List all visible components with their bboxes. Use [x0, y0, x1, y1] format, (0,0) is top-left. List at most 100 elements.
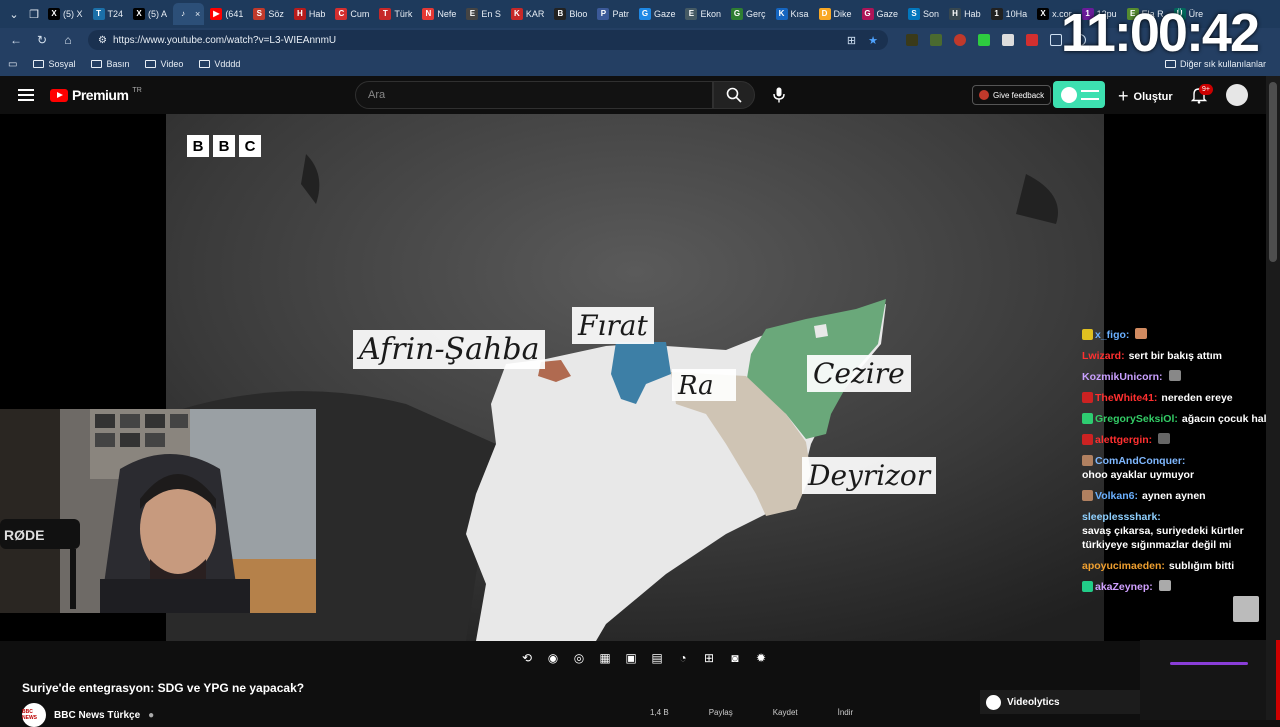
chat-username: apoyucimaeden:: [1082, 560, 1165, 572]
chat-message: Lwizard: sert bir bakış attım: [1082, 349, 1272, 363]
browser-tab[interactable]: G Gerç: [727, 3, 770, 25]
tab-label: Cum: [350, 9, 370, 19]
toggle-lines-icon: [1081, 89, 1099, 100]
browser-tab[interactable]: ♪ ×: [173, 3, 205, 25]
bookmark-folder[interactable]: Video: [145, 59, 183, 69]
browser-tab[interactable]: B Bloo: [550, 3, 591, 25]
like-count[interactable]: 1,4 B: [650, 708, 669, 717]
speed-icon[interactable]: ◔: [675, 650, 691, 666]
browser-tab[interactable]: H Hab: [290, 3, 330, 25]
avatar[interactable]: [1226, 84, 1248, 106]
bookmark-folder[interactable]: Vdddd: [199, 59, 240, 69]
chat-username: sleeplessshark:: [1082, 511, 1161, 523]
folder-icon: [91, 60, 103, 68]
bookmark-star-icon[interactable]: ★: [868, 34, 878, 47]
browser-tab[interactable]: K Kısa: [772, 3, 813, 25]
channel-name[interactable]: BBC News Türkçe: [54, 710, 140, 721]
extension-icon[interactable]: [1002, 34, 1014, 46]
search-input[interactable]: Ara: [355, 81, 713, 109]
youtube-logo[interactable]: Premium TR: [50, 87, 142, 103]
extension-icon[interactable]: [930, 34, 942, 46]
extension-toggle-button[interactable]: [1053, 81, 1105, 108]
browser-tab[interactable]: E Ekon: [681, 3, 725, 25]
x-icon: X: [1037, 8, 1050, 20]
download-button[interactable]: İndir: [838, 708, 854, 717]
bbc-letter: B: [213, 135, 235, 157]
site-info-icon[interactable]: ⚙: [98, 35, 107, 46]
browser-tab[interactable]: D Dike: [815, 3, 856, 25]
menu-icon[interactable]: [18, 89, 34, 101]
browser-tab[interactable]: H Hab: [945, 3, 985, 25]
map-label-cezire: Cezire: [807, 355, 911, 392]
bbc-logo: B B C: [187, 135, 261, 157]
channel-info[interactable]: BBC NEWS BBC News Türkçe ●: [22, 703, 154, 727]
channel-avatar[interactable]: BBC NEWS: [22, 703, 46, 727]
reading-list-icon[interactable]: ▭: [8, 59, 17, 70]
tab-label: En S: [481, 9, 501, 19]
tab-list-icon[interactable]: ⌄: [4, 4, 24, 24]
tab-label: (641: [225, 9, 244, 19]
browser-tab[interactable]: C Cum: [331, 3, 373, 25]
search-button[interactable]: [713, 81, 755, 109]
calendar-icon[interactable]: ▦: [597, 650, 613, 666]
extension-icon[interactable]: [978, 34, 990, 46]
page-scrollbar-thumb[interactable]: [1269, 82, 1277, 262]
chat-username: Volkan6:: [1095, 490, 1138, 502]
url-input[interactable]: ⚙ https://www.youtube.com/watch?v=L3-WIE…: [88, 30, 888, 50]
extension-icon[interactable]: [954, 34, 966, 46]
tab-label: Hab: [964, 9, 981, 19]
chat-badge-icon: [1082, 392, 1093, 403]
chat-text: aynen aynen: [1141, 490, 1206, 502]
videolytics-widget[interactable]: Videolytics: [980, 690, 1140, 714]
browser-tab[interactable]: X (5) A: [129, 3, 171, 25]
url-text: https://www.youtube.com/watch?v=L3-WIEAn…: [112, 34, 337, 46]
extension-icon[interactable]: [1026, 34, 1038, 46]
tab-label: Gaze: [876, 9, 899, 19]
bookmark-folder[interactable]: Basın: [91, 59, 129, 69]
browser-tab[interactable]: 1 10Ha: [987, 3, 1032, 25]
news-icon: K: [510, 8, 523, 20]
watch-icon[interactable]: ◎: [571, 650, 587, 666]
bookmark-folder[interactable]: Sosyal: [33, 59, 75, 69]
news-icon: K: [775, 8, 788, 20]
browser-tab[interactable]: K KAR: [507, 3, 549, 25]
give-feedback-button[interactable]: Give feedback: [972, 85, 1052, 105]
apps-icon[interactable]: ⊞: [847, 34, 856, 47]
browser-tab[interactable]: E En S: [462, 3, 505, 25]
chat-message: sleeplessshark: savaş çıkarsa, suriyedeki…: [1082, 510, 1272, 552]
browser-tab[interactable]: S Söz: [249, 3, 288, 25]
close-tab-icon[interactable]: ×: [195, 9, 200, 19]
browser-tab[interactable]: N Nefe: [418, 3, 460, 25]
chat-username: alettgergin:: [1095, 434, 1153, 446]
screenshot-icon[interactable]: ◙: [727, 650, 743, 666]
filmstrip-icon[interactable]: ▤: [649, 650, 665, 666]
chat-text: ohoo ayaklar uymuyor: [1082, 469, 1195, 481]
browser-tab[interactable]: T Türk: [375, 3, 416, 25]
browser-tab[interactable]: ▶ (641: [206, 3, 247, 25]
save-button[interactable]: Kaydet: [773, 708, 798, 717]
browser-tab[interactable]: X (5) X: [44, 3, 87, 25]
picture-icon[interactable]: ▣: [623, 650, 639, 666]
tab-label: Hab: [308, 9, 326, 19]
back-icon[interactable]: ←: [6, 30, 26, 50]
browser-tab[interactable]: T T24: [89, 3, 128, 25]
chat-message: KozmikUnicorn:: [1082, 370, 1272, 384]
create-button[interactable]: + Oluştur: [1118, 86, 1173, 107]
chat-username: GregorySeksiOl:: [1095, 413, 1178, 425]
chat-username: x_figo:: [1095, 329, 1130, 341]
settings-gear-icon[interactable]: ✹: [753, 650, 769, 666]
browser-tab[interactable]: G Gaze: [858, 3, 903, 25]
share-button[interactable]: Paylaş: [709, 708, 733, 717]
microphone-icon[interactable]: [768, 84, 790, 106]
extension-icon[interactable]: [906, 34, 918, 46]
home-icon[interactable]: ⌂: [58, 30, 78, 50]
tab-label: Türk: [394, 9, 413, 19]
refresh-icon[interactable]: ↻: [32, 30, 52, 50]
browser-tab[interactable]: S Son: [904, 3, 943, 25]
broadcast-icon[interactable]: ◉: [545, 650, 561, 666]
workspaces-icon[interactable]: ❐: [24, 4, 44, 24]
browser-tab[interactable]: G Gaze: [635, 3, 680, 25]
loop-icon[interactable]: ⟲: [519, 650, 535, 666]
browser-tab[interactable]: P Patr: [593, 3, 633, 25]
add-clip-icon[interactable]: ⊞: [701, 650, 717, 666]
